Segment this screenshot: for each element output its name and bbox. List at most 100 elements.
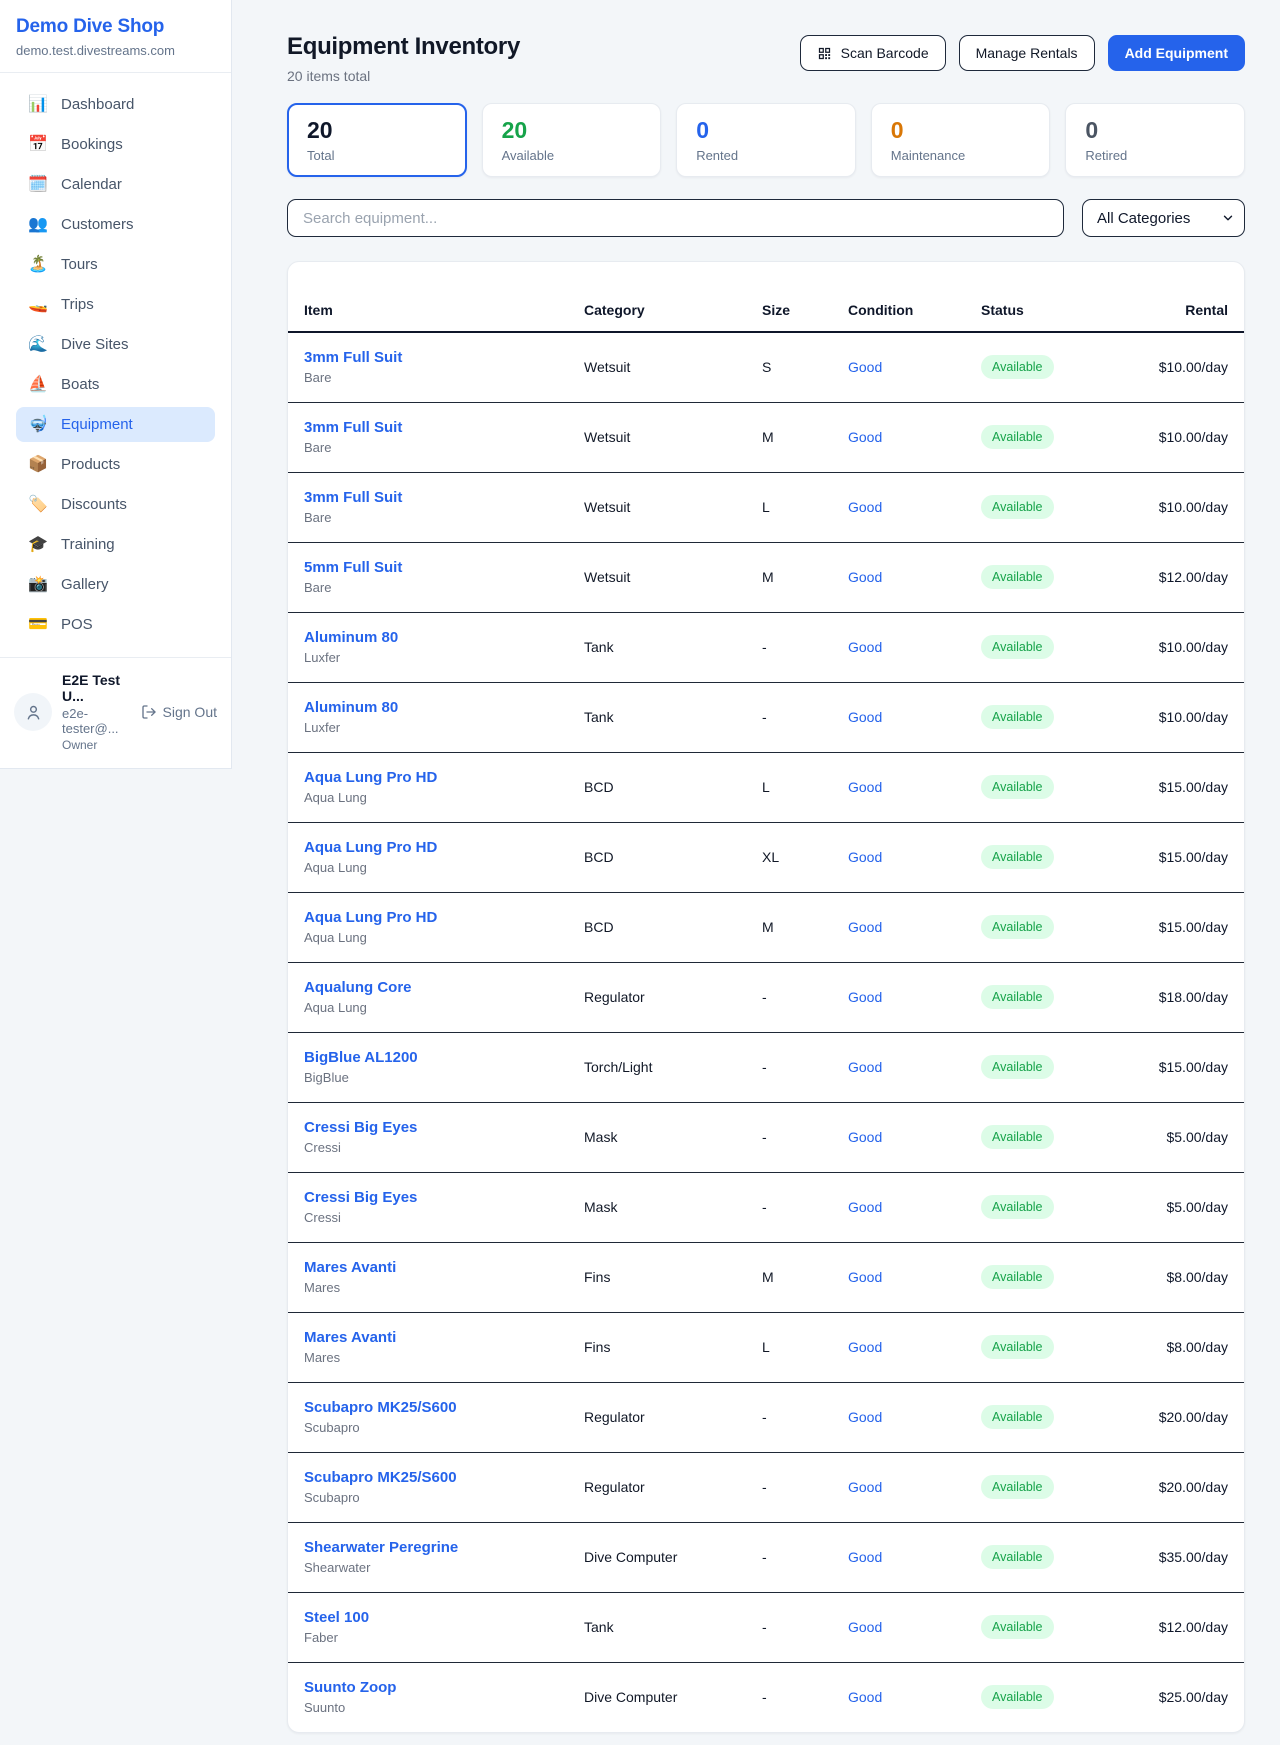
search-input[interactable] bbox=[287, 199, 1064, 237]
condition-link[interactable]: Good bbox=[848, 709, 882, 725]
brand-name[interactable]: Demo Dive Shop bbox=[16, 16, 215, 38]
condition-link[interactable]: Good bbox=[848, 1269, 882, 1285]
sidebar-item-training[interactable]: 🎓Training bbox=[16, 527, 215, 562]
stat-card-maintenance[interactable]: 0Maintenance bbox=[871, 103, 1051, 177]
stat-card-available[interactable]: 20Available bbox=[482, 103, 662, 177]
table-header-row: ItemCategorySizeConditionStatusRental bbox=[288, 262, 1244, 332]
status-badge: Available bbox=[981, 1405, 1054, 1429]
item-name-link[interactable]: Aluminum 80 bbox=[304, 629, 552, 646]
sidebar-item-equipment[interactable]: 🤿Equipment bbox=[16, 407, 215, 442]
dive-sites-icon: 🌊 bbox=[28, 337, 48, 353]
item-cell: Mares AvantiMares bbox=[288, 1312, 568, 1382]
condition-link[interactable]: Good bbox=[848, 1409, 882, 1425]
item-name-link[interactable]: Mares Avanti bbox=[304, 1329, 552, 1346]
condition-link[interactable]: Good bbox=[848, 1479, 882, 1495]
condition-link[interactable]: Good bbox=[848, 359, 882, 375]
item-name-link[interactable]: Mares Avanti bbox=[304, 1259, 552, 1276]
manage-rentals-button[interactable]: Manage Rentals bbox=[959, 35, 1095, 71]
category-cell: Dive Computer bbox=[568, 1662, 746, 1732]
item-name-link[interactable]: 3mm Full Suit bbox=[304, 349, 552, 366]
stat-value: 0 bbox=[1085, 117, 1225, 144]
sidebar-item-label: Bookings bbox=[61, 136, 123, 153]
condition-cell: Good bbox=[832, 1172, 965, 1242]
add-equipment-button[interactable]: Add Equipment bbox=[1108, 35, 1245, 71]
item-name-link[interactable]: Aqualung Core bbox=[304, 979, 552, 996]
stat-label: Maintenance bbox=[891, 148, 1031, 163]
condition-link[interactable]: Good bbox=[848, 1059, 882, 1075]
item-name-link[interactable]: Aqua Lung Pro HD bbox=[304, 769, 552, 786]
condition-link[interactable]: Good bbox=[848, 1689, 882, 1705]
item-cell: Aqua Lung Pro HDAqua Lung bbox=[288, 892, 568, 962]
item-name-link[interactable]: Suunto Zoop bbox=[304, 1679, 552, 1696]
rental-price-cell: $10.00/day bbox=[1098, 612, 1244, 682]
category-filter[interactable]: All Categories bbox=[1082, 199, 1245, 237]
condition-cell: Good bbox=[832, 962, 965, 1032]
condition-link[interactable]: Good bbox=[848, 849, 882, 865]
category-cell: Tank bbox=[568, 612, 746, 682]
item-name-link[interactable]: Aqua Lung Pro HD bbox=[304, 909, 552, 926]
size-cell: L bbox=[746, 1312, 832, 1382]
sidebar-item-calendar[interactable]: 🗓️Calendar bbox=[16, 167, 215, 202]
condition-cell: Good bbox=[832, 1102, 965, 1172]
condition-link[interactable]: Good bbox=[848, 499, 882, 515]
column-header-rental: Rental bbox=[1098, 262, 1244, 332]
scan-barcode-button[interactable]: Scan Barcode bbox=[800, 35, 946, 71]
item-cell: Aluminum 80Luxfer bbox=[288, 682, 568, 752]
equipment-table: ItemCategorySizeConditionStatusRental 3m… bbox=[288, 262, 1244, 1732]
condition-link[interactable]: Good bbox=[848, 1199, 882, 1215]
stat-card-rented[interactable]: 0Rented bbox=[676, 103, 856, 177]
status-badge: Available bbox=[981, 705, 1054, 729]
category-cell: BCD bbox=[568, 822, 746, 892]
item-name-link[interactable]: Aluminum 80 bbox=[304, 699, 552, 716]
stat-card-retired[interactable]: 0Retired bbox=[1065, 103, 1245, 177]
sidebar-item-boats[interactable]: ⛵Boats bbox=[16, 367, 215, 402]
condition-link[interactable]: Good bbox=[848, 919, 882, 935]
status-badge: Available bbox=[981, 425, 1054, 449]
category-cell: Mask bbox=[568, 1172, 746, 1242]
table-row: Scubapro MK25/S600ScubaproRegulator-Good… bbox=[288, 1382, 1244, 1452]
item-name-link[interactable]: Scubapro MK25/S600 bbox=[304, 1469, 552, 1486]
sidebar-item-products[interactable]: 📦Products bbox=[16, 447, 215, 482]
table-row: 5mm Full SuitBareWetsuitMGoodAvailable$1… bbox=[288, 542, 1244, 612]
user-section: E2E Test U... e2e-tester@... Owner Sign … bbox=[0, 657, 231, 766]
sidebar-item-dive-sites[interactable]: 🌊Dive Sites bbox=[16, 327, 215, 362]
condition-link[interactable]: Good bbox=[848, 429, 882, 445]
item-name-link[interactable]: BigBlue AL1200 bbox=[304, 1049, 552, 1066]
sidebar-item-bookings[interactable]: 📅Bookings bbox=[16, 127, 215, 162]
item-name-link[interactable]: 3mm Full Suit bbox=[304, 419, 552, 436]
table-body: 3mm Full SuitBareWetsuitSGoodAvailable$1… bbox=[288, 332, 1244, 1732]
table-row: 3mm Full SuitBareWetsuitSGoodAvailable$1… bbox=[288, 332, 1244, 402]
condition-cell: Good bbox=[832, 1032, 965, 1102]
sidebar-item-dashboard[interactable]: 📊Dashboard bbox=[16, 87, 215, 122]
sidebar-item-discounts[interactable]: 🏷️Discounts bbox=[16, 487, 215, 522]
item-name-link[interactable]: Cressi Big Eyes bbox=[304, 1119, 552, 1136]
item-name-link[interactable]: Shearwater Peregrine bbox=[304, 1539, 552, 1556]
sign-out-button[interactable]: Sign Out bbox=[141, 704, 217, 720]
item-name-link[interactable]: Scubapro MK25/S600 bbox=[304, 1399, 552, 1416]
table-row: Aqua Lung Pro HDAqua LungBCDMGoodAvailab… bbox=[288, 892, 1244, 962]
condition-link[interactable]: Good bbox=[848, 569, 882, 585]
condition-link[interactable]: Good bbox=[848, 779, 882, 795]
sidebar-item-trips[interactable]: 🚤Trips bbox=[16, 287, 215, 322]
rental-price-cell: $10.00/day bbox=[1098, 682, 1244, 752]
status-cell: Available bbox=[965, 1522, 1098, 1592]
condition-link[interactable]: Good bbox=[848, 1339, 882, 1355]
condition-link[interactable]: Good bbox=[848, 989, 882, 1005]
item-name-link[interactable]: Cressi Big Eyes bbox=[304, 1189, 552, 1206]
sidebar-item-customers[interactable]: 👥Customers bbox=[16, 207, 215, 242]
item-name-link[interactable]: 5mm Full Suit bbox=[304, 559, 552, 576]
condition-link[interactable]: Good bbox=[848, 1549, 882, 1565]
sidebar-item-gallery[interactable]: 📸Gallery bbox=[16, 567, 215, 602]
status-cell: Available bbox=[965, 1452, 1098, 1522]
sidebar-item-tours[interactable]: 🏝️Tours bbox=[16, 247, 215, 282]
condition-link[interactable]: Good bbox=[848, 1619, 882, 1635]
condition-link[interactable]: Good bbox=[848, 1129, 882, 1145]
condition-cell: Good bbox=[832, 1312, 965, 1382]
sidebar-item-label: Dashboard bbox=[61, 96, 134, 113]
item-name-link[interactable]: Aqua Lung Pro HD bbox=[304, 839, 552, 856]
condition-link[interactable]: Good bbox=[848, 639, 882, 655]
stat-card-total[interactable]: 20Total bbox=[287, 103, 467, 177]
item-name-link[interactable]: 3mm Full Suit bbox=[304, 489, 552, 506]
item-name-link[interactable]: Steel 100 bbox=[304, 1609, 552, 1626]
sidebar-item-pos[interactable]: 💳POS bbox=[16, 607, 215, 642]
